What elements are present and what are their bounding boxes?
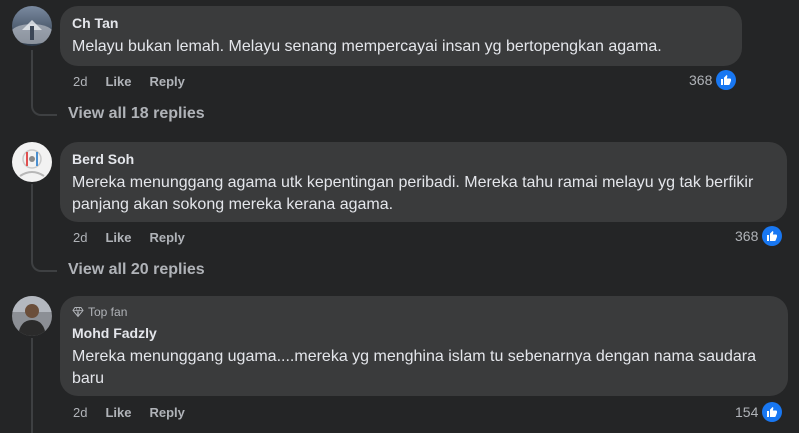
view-replies-link[interactable]: View all 20 replies bbox=[68, 260, 205, 280]
comment-author[interactable]: Ch Tan bbox=[72, 14, 730, 32]
comment-bubble: Ch Tan Melayu bukan lemah. Melayu senang… bbox=[60, 6, 742, 66]
thread-line bbox=[31, 338, 33, 433]
thumbs-up-icon bbox=[716, 70, 737, 90]
thumbs-up-icon bbox=[762, 226, 783, 246]
comment-timestamp[interactable]: 2d bbox=[73, 405, 87, 421]
thread-line bbox=[31, 50, 33, 98]
reaction-summary[interactable]: 154 bbox=[735, 402, 783, 422]
comment-bubble: Top fan Mohd Fadzly Mereka menunggang ug… bbox=[60, 296, 788, 396]
comment-text: Melayu bukan lemah. Melayu senang memper… bbox=[72, 38, 662, 55]
comment-author[interactable]: Berd Soh bbox=[72, 150, 775, 168]
reaction-count: 368 bbox=[689, 72, 713, 88]
reply-button[interactable]: Reply bbox=[149, 74, 184, 90]
like-button[interactable]: Like bbox=[105, 405, 131, 421]
diamond-icon bbox=[72, 307, 84, 318]
avatar[interactable] bbox=[12, 296, 52, 336]
comment-bubble: Berd Soh Mereka menunggang agama utk kep… bbox=[60, 142, 787, 222]
reaction-summary[interactable]: 368 bbox=[735, 226, 783, 246]
view-replies-link[interactable]: View all 18 replies bbox=[68, 104, 205, 124]
like-button[interactable]: Like bbox=[105, 230, 131, 246]
comment-text: Mereka menunggang ugama....mereka yg men… bbox=[72, 348, 761, 387]
thumbs-up-icon bbox=[762, 402, 783, 422]
top-fan-label: Top fan bbox=[88, 305, 128, 319]
thread-connector bbox=[31, 252, 57, 272]
comment-actions: 2d Like Reply bbox=[73, 405, 185, 421]
reply-button[interactable]: Reply bbox=[149, 405, 184, 421]
reaction-count: 154 bbox=[735, 404, 759, 420]
comment-author[interactable]: Mohd Fadzly bbox=[72, 324, 776, 342]
reaction-summary[interactable]: 368 bbox=[689, 70, 737, 90]
avatar[interactable] bbox=[12, 6, 52, 46]
top-fan-badge: Top fan bbox=[72, 304, 776, 320]
avatar[interactable] bbox=[12, 142, 52, 182]
reply-button[interactable]: Reply bbox=[149, 230, 184, 246]
thread-line bbox=[31, 184, 33, 254]
comment-mohd-fadzly: Top fan Mohd Fadzly Mereka menunggang ug… bbox=[0, 294, 799, 433]
comment-timestamp[interactable]: 2d bbox=[73, 230, 87, 246]
comment-timestamp[interactable]: 2d bbox=[73, 74, 87, 90]
comment-text: Mereka menunggang agama utk kepentingan … bbox=[72, 174, 758, 213]
thread-connector bbox=[31, 96, 57, 116]
comment-actions: 2d Like Reply bbox=[73, 230, 185, 246]
reaction-count: 368 bbox=[735, 228, 759, 244]
like-button[interactable]: Like bbox=[105, 74, 131, 90]
comment-actions: 2d Like Reply bbox=[73, 74, 185, 90]
